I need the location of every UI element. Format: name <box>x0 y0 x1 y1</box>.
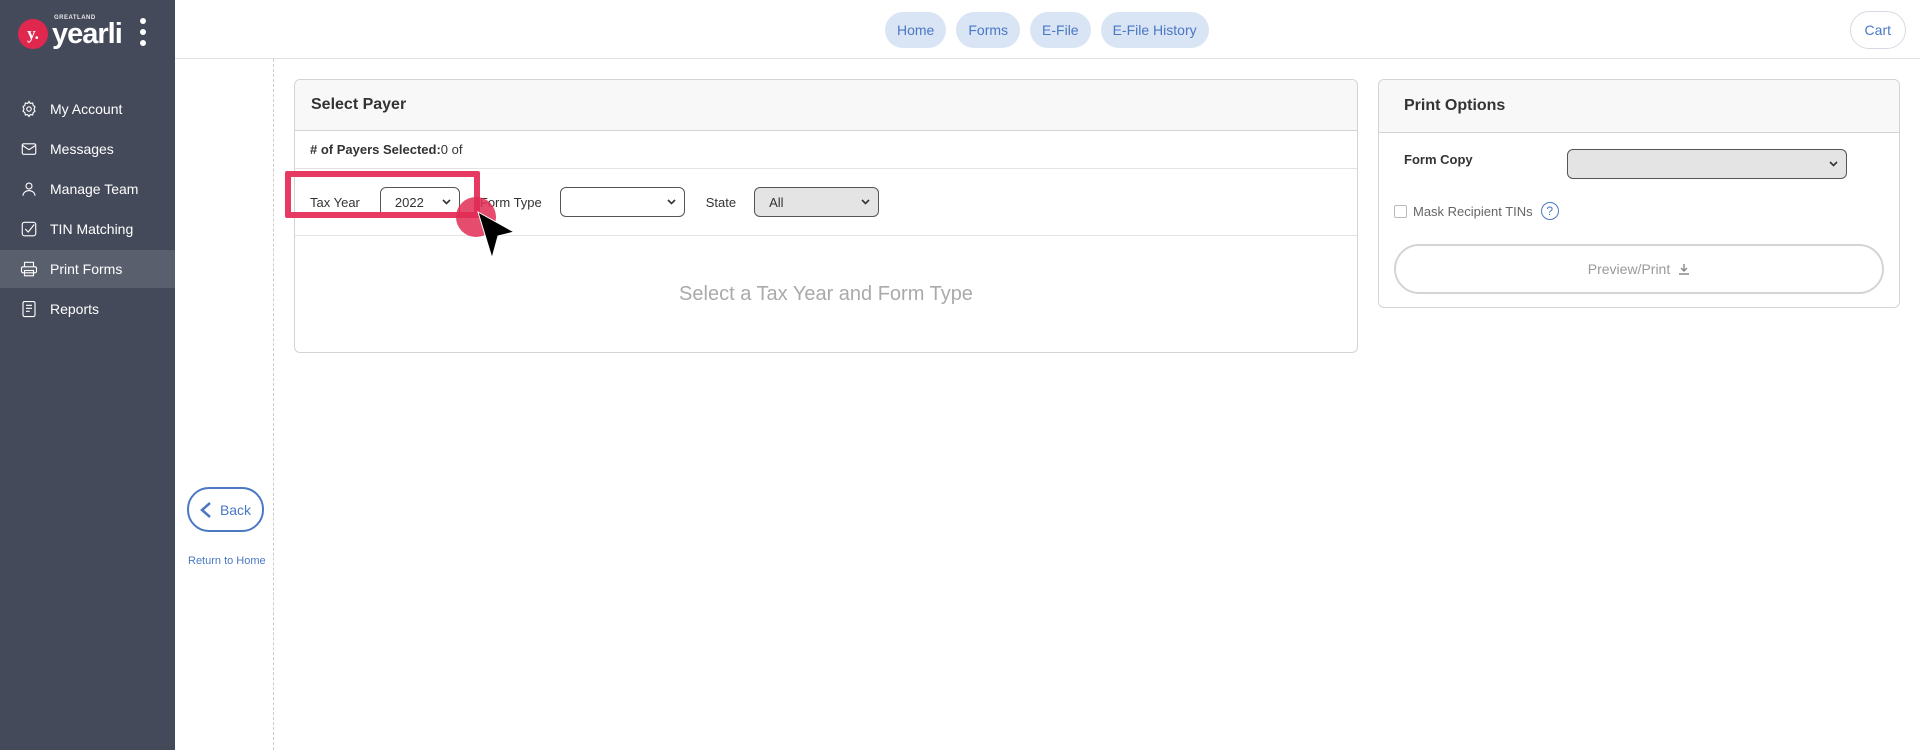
chevron-down-icon <box>861 199 870 205</box>
nav-forms-button[interactable]: Forms <box>956 12 1021 48</box>
yearli-logo[interactable]: y. GREATLAND yearli <box>18 15 123 52</box>
mask-tins-row: Mask Recipient TINs ? <box>1394 202 1559 220</box>
empty-state-message: Select a Tax Year and Form Type <box>679 282 973 305</box>
printer-icon <box>20 261 38 277</box>
logo-text: yearli <box>52 17 123 50</box>
preview-print-label: Preview/Print <box>1587 261 1671 277</box>
chevron-down-icon <box>1829 161 1838 167</box>
form-copy-select[interactable] <box>1567 149 1847 179</box>
payers-selected-count: # of Payers Selected: 0 of <box>295 131 1357 169</box>
sidebar-item-tin-matching[interactable]: TIN Matching <box>0 210 175 248</box>
return-to-home-link[interactable]: Return to Home <box>188 555 266 567</box>
cart-button[interactable]: Cart <box>1849 11 1906 49</box>
nav-home-button[interactable]: Home <box>885 12 947 48</box>
sidebar-item-label: My Account <box>50 101 123 117</box>
mask-tins-checkbox[interactable] <box>1394 204 1407 218</box>
panel-title: Select Payer <box>295 80 1357 131</box>
sidebar-item-label: Messages <box>50 141 114 157</box>
kebab-menu-icon[interactable] <box>138 18 148 46</box>
gutter-divider <box>273 59 274 750</box>
state-value: All <box>769 194 784 210</box>
check-square-icon <box>21 221 37 237</box>
mask-tins-label: Mask Recipient TINs <box>1413 203 1533 219</box>
sidebar-nav: My Account Messages Manage Team TIN Matc… <box>0 90 175 330</box>
download-icon <box>1679 264 1690 275</box>
sidebar-item-manage-team[interactable]: Manage Team <box>0 170 175 208</box>
payers-selected-value: 0 of <box>440 142 463 157</box>
sidebar-item-label: Reports <box>50 301 100 317</box>
user-icon <box>22 182 36 196</box>
chevron-down-icon <box>667 199 676 205</box>
help-icon[interactable]: ? <box>1540 202 1559 220</box>
payers-selected-label: # of Payers Selected: <box>310 142 441 157</box>
sidebar-item-print-forms[interactable]: Print Forms <box>0 250 175 288</box>
form-type-select[interactable] <box>559 187 685 217</box>
gear-icon <box>22 100 36 118</box>
tax-year-label: Tax Year <box>310 194 360 210</box>
back-button[interactable]: Back <box>187 487 264 532</box>
back-label: Back <box>219 501 252 518</box>
state-select[interactable]: All <box>754 187 880 217</box>
preview-print-button[interactable]: Preview/Print <box>1394 244 1884 294</box>
nav-efile-button[interactable]: E-File <box>1030 12 1091 48</box>
document-icon <box>22 300 36 318</box>
chevron-down-icon <box>442 199 451 205</box>
sidebar: y. GREATLAND yearli My Account Messages … <box>0 0 175 750</box>
chevron-left-icon <box>200 501 211 518</box>
top-bar: Home Forms E-File E-File History Cart <box>175 0 1920 59</box>
form-copy-label: Form Copy <box>1404 152 1473 167</box>
envelope-icon <box>21 143 37 155</box>
sidebar-item-my-account[interactable]: My Account <box>0 90 175 128</box>
tax-year-select[interactable]: 2022 <box>379 187 460 217</box>
print-options-panel: Print Options Form Copy Mask Recipient T… <box>1378 79 1900 308</box>
logo-wordmark: GREATLAND yearli <box>52 15 123 50</box>
panel-title: Print Options <box>1379 80 1899 133</box>
logo-mark: y. <box>18 19 48 49</box>
nav-efile-history-button[interactable]: E-File History <box>1100 12 1209 48</box>
select-payer-panel: Select Payer # of Payers Selected: 0 of … <box>294 79 1358 353</box>
sidebar-item-reports[interactable]: Reports <box>0 290 175 328</box>
top-nav: Home Forms E-File E-File History <box>885 12 1209 48</box>
filter-row: Tax Year 2022 Form Type State All <box>295 169 1357 236</box>
state-label: State <box>705 194 737 210</box>
logo-subtext: GREATLAND <box>54 14 96 21</box>
sidebar-item-label: TIN Matching <box>50 221 134 237</box>
sidebar-item-label: Manage Team <box>50 181 139 197</box>
form-type-label: Form Type <box>479 194 542 210</box>
sidebar-item-messages[interactable]: Messages <box>0 130 175 168</box>
tax-year-value: 2022 <box>394 194 424 210</box>
sidebar-item-label: Print Forms <box>50 261 123 277</box>
